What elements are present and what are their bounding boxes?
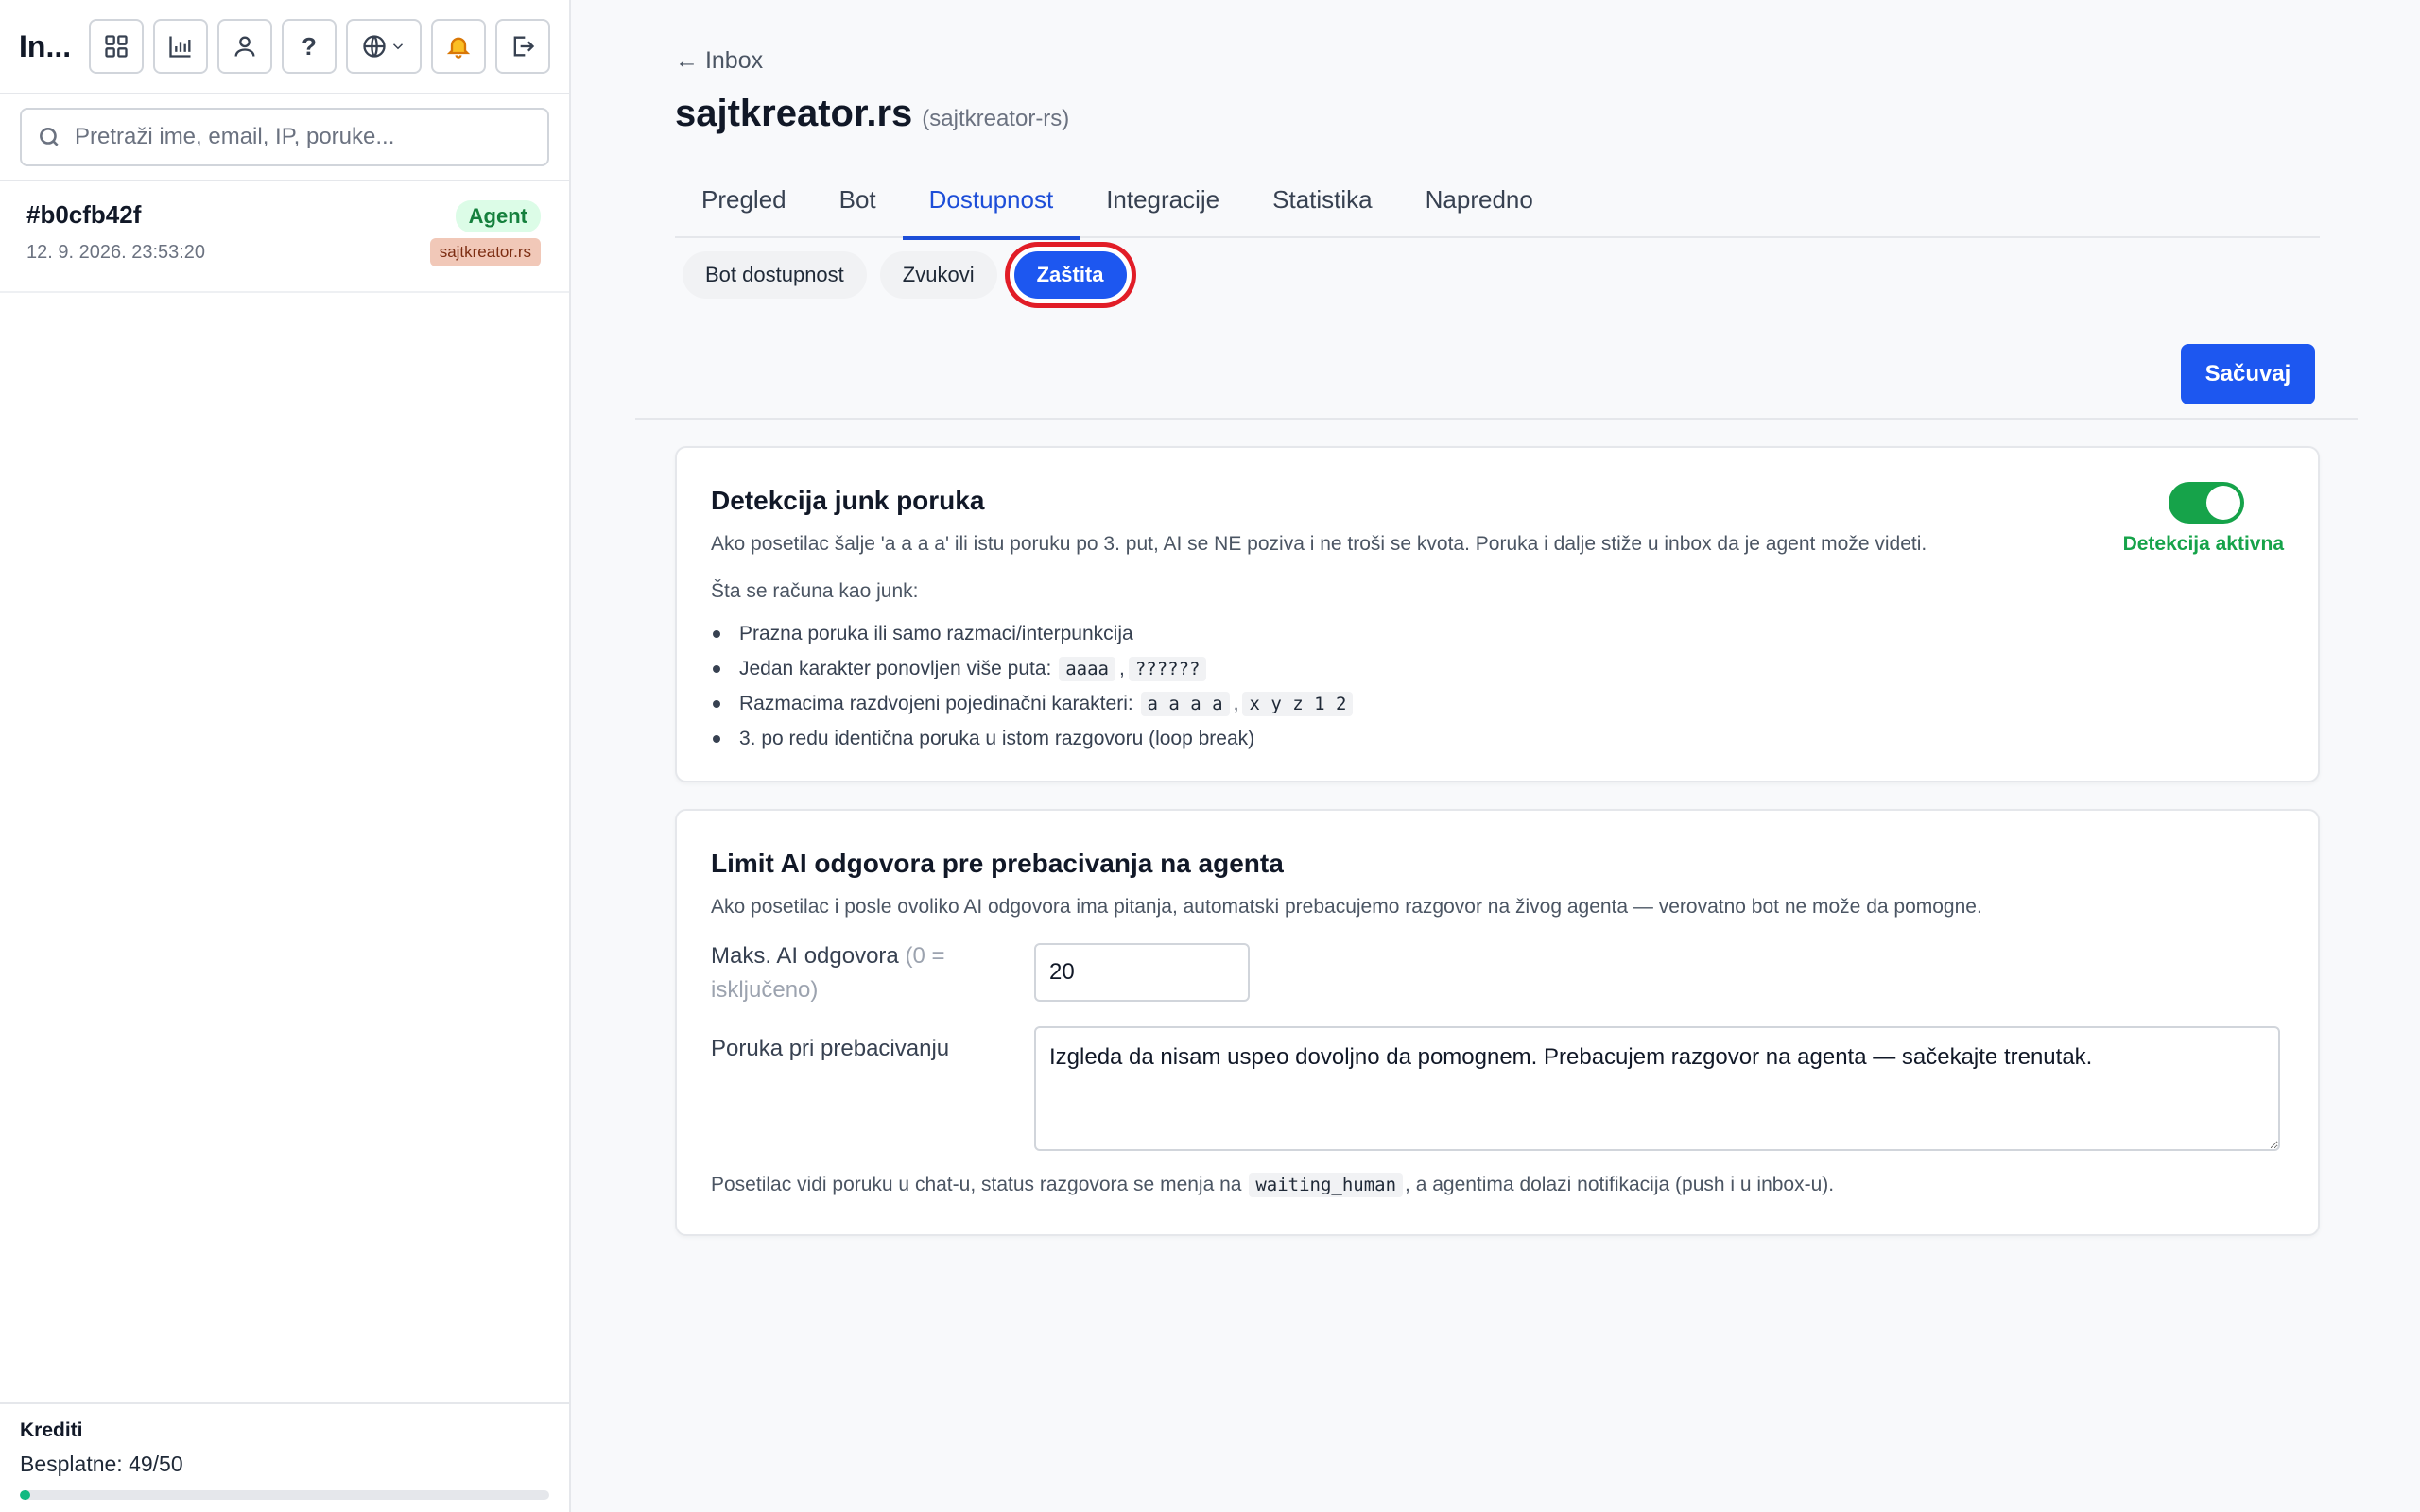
sidebar: In... ? #b0cfb42f 12. 9. 2026 <box>0 0 571 1512</box>
search-section <box>0 94 569 181</box>
page-title: sajtkreator.rs (sajtkreator-rs) <box>675 93 1069 135</box>
footnote-text: Posetilac vidi poruku u chat-u, status r… <box>711 1174 1242 1195</box>
site-name: sajtkreator.rs <box>675 93 913 134</box>
status-code: waiting_human <box>1249 1173 1404 1197</box>
junk-list-heading: Šta se računa kao junk: <box>711 580 919 602</box>
junk-detection-description: Ako posetilac šalje 'a a a a' ili istu p… <box>711 533 1927 555</box>
junk-detection-toggle[interactable] <box>2169 482 2244 524</box>
handoff-message-label: Poruka pri prebacivanju <box>711 1036 950 1061</box>
list-item-text: Razmacima razdvojeni pojedinačni karakte… <box>739 692 1133 714</box>
conversation-date: 12. 9. 2026. 23:53:20 <box>26 242 206 263</box>
logout-button[interactable] <box>495 19 550 74</box>
back-to-inbox-link[interactable]: ← Inbox <box>675 47 763 75</box>
code-sample: x y z 1 2 <box>1242 691 1354 716</box>
question-icon: ? <box>302 31 317 60</box>
profile-button[interactable] <box>217 19 272 74</box>
main-content: ← Inbox sajtkreator.rs (sajtkreator-rs) P… <box>571 0 2420 1512</box>
list-item-text: Jedan karakter ponovljen više puta: <box>739 657 1052 679</box>
code-sample: aaaa <box>1059 656 1115 681</box>
search-box <box>20 108 549 166</box>
junk-detection-title: Detekcija junk poruka <box>711 486 985 515</box>
footnote-text-end: , a agentima dolazi notifikacija (push i… <box>1405 1174 1835 1195</box>
junk-rules-list: Prazna poruka ili samo razmaci/interpunk… <box>711 616 1355 756</box>
ai-limit-description: Ako posetilac i posle ovoliko AI odgovor… <box>711 896 1982 918</box>
site-badge: sajtkreator.rs <box>429 238 541 266</box>
sub-tabs: Bot dostupnost Zvukovi Zaštita <box>683 251 1140 299</box>
list-item: 3. po redu identična poruka u istom razg… <box>711 721 1355 756</box>
tab-bot[interactable]: Bot <box>813 170 903 238</box>
grid-icon <box>105 35 128 58</box>
language-button[interactable] <box>346 19 422 74</box>
ai-limit-card: Limit AI odgovora pre prebacivanja na ag… <box>675 809 2320 1236</box>
code-sample: a a a a <box>1140 691 1230 716</box>
list-item: Razmacima razdvojeni pojedinačni karakte… <box>711 686 1355 721</box>
credits-panel: Krediti Besplatne: 49/50 <box>0 1402 569 1512</box>
search-icon <box>40 128 59 146</box>
sidebar-toolbar: In... ? <box>0 0 569 94</box>
tab-pregled[interactable]: Pregled <box>675 170 813 238</box>
subtab-zastita[interactable]: Zaštita <box>1013 251 1127 299</box>
max-replies-input[interactable] <box>1034 943 1250 1002</box>
junk-detection-card: Detekcija junk poruka Ako posetilac šalj… <box>675 446 2320 782</box>
handoff-message-textarea[interactable]: Izgleda da nisam uspeo dovoljno da pomog… <box>1034 1026 2280 1151</box>
max-replies-label: Maks. AI odgovora (0 = isključeno) <box>711 939 994 1007</box>
bell-icon <box>446 37 471 59</box>
search-input[interactable] <box>75 124 528 150</box>
tab-statistika[interactable]: Statistika <box>1246 170 1399 238</box>
credits-label: Krediti <box>20 1419 83 1441</box>
ai-limit-title: Limit AI odgovora pre prebacivanja na ag… <box>711 849 1284 878</box>
toggle-status-label: Detekcija aktivna <box>2122 533 2284 555</box>
list-item: Prazna poruka ili samo razmaci/interpunk… <box>711 616 1355 651</box>
tab-integracije[interactable]: Integracije <box>1080 170 1246 238</box>
help-button[interactable]: ? <box>282 19 337 74</box>
app-title: In... <box>19 28 72 63</box>
bar-chart-icon <box>169 36 191 58</box>
subtab-bot-dostupnost[interactable]: Bot dostupnost <box>683 251 867 299</box>
dashboard-button[interactable] <box>89 19 144 74</box>
notifications-button[interactable] <box>431 19 486 74</box>
subtab-zvukovi[interactable]: Zvukovi <box>879 251 997 299</box>
toggle-knob <box>2206 486 2240 520</box>
list-item-text: 3. po redu identična poruka u istom razg… <box>739 727 1255 749</box>
main-tabs: Pregled Bot Dostupnost Integracije Stati… <box>675 170 2320 240</box>
ai-limit-footnote: Posetilac vidi poruku u chat-u, status r… <box>711 1173 1835 1197</box>
credits-value: Besplatne: 49/50 <box>20 1452 183 1476</box>
conversation-item[interactable]: #b0cfb42f 12. 9. 2026. 23:53:20 Agent sa… <box>0 181 569 293</box>
tab-napredno[interactable]: Napredno <box>1399 170 1560 238</box>
chevron-down-icon <box>392 43 404 50</box>
credits-progress <box>20 1490 549 1500</box>
globe-icon <box>363 35 386 58</box>
divider <box>635 418 2358 420</box>
status-badge: Agent <box>455 200 541 232</box>
credits-progress-fill <box>20 1490 31 1500</box>
site-slug: (sajtkreator-rs) <box>922 106 1070 131</box>
list-item-text: Prazna poruka ili samo razmaci/interpunk… <box>739 622 1133 644</box>
logout-icon <box>513 36 535 57</box>
stats-button[interactable] <box>153 19 208 74</box>
list-item: Jedan karakter ponovljen više puta: aaaa… <box>711 651 1355 686</box>
save-button[interactable]: Sačuvaj <box>2181 344 2315 404</box>
max-replies-label-text: Maks. AI odgovora <box>711 943 899 969</box>
code-sample: ?????? <box>1128 656 1207 681</box>
tab-dostupnost[interactable]: Dostupnost <box>902 170 1080 240</box>
user-icon <box>234 36 255 57</box>
